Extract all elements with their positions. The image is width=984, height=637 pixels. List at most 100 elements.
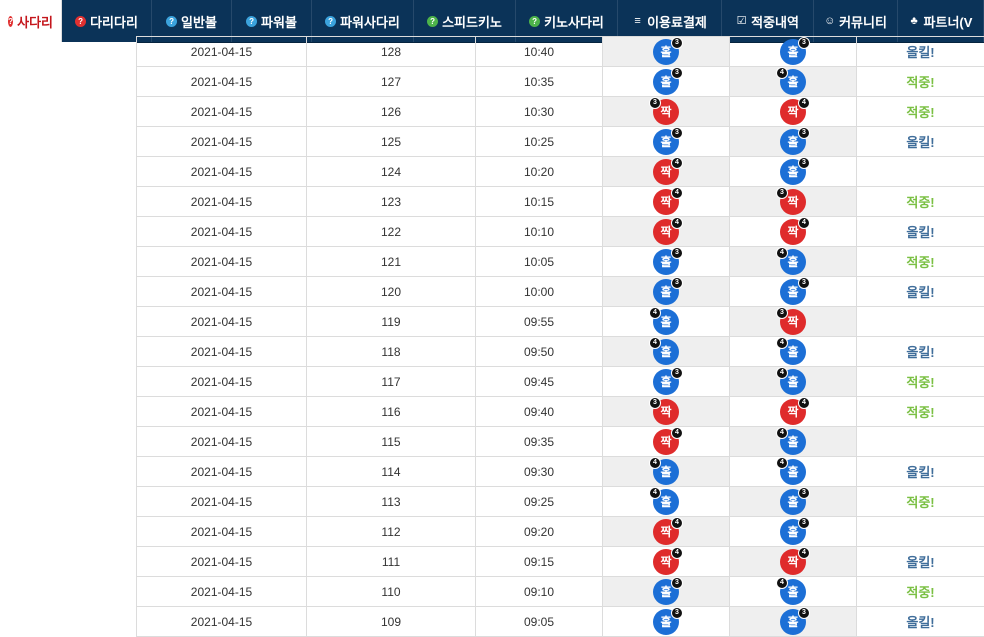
- round-cell: 115: [307, 427, 476, 457]
- ball-number-badge: 4: [671, 157, 683, 169]
- ball-cell-1: 짝4: [603, 157, 730, 187]
- ball-cell-2: 홀3: [730, 157, 857, 187]
- question-circle-icon: ?: [8, 16, 13, 27]
- ball-label: 짝: [787, 405, 798, 419]
- smiley-icon: ☺: [824, 16, 835, 27]
- ball-label: 짝: [660, 165, 671, 179]
- ball-cell-2: 홀3: [730, 607, 857, 637]
- result-label: 적중!: [906, 255, 934, 270]
- result-label: 올킬!: [906, 45, 934, 60]
- ball-number-badge: 4: [798, 547, 810, 559]
- table-row: 2021-04-1512510:25홀3홀3올킬!: [137, 127, 984, 157]
- result-label: 올킬!: [906, 345, 934, 360]
- time-cell: 10:30: [476, 97, 603, 127]
- date-cell: 2021-04-15: [137, 517, 307, 547]
- ball-cell-1: 홀4: [603, 307, 730, 337]
- odd-ball: 홀3: [653, 129, 679, 155]
- table-row: 2021-04-1511409:30홀4홀4올킬!: [137, 457, 984, 487]
- ball-number-badge: 4: [798, 217, 810, 229]
- date-cell: 2021-04-15: [137, 67, 307, 97]
- date-cell: 2021-04-15: [137, 37, 307, 67]
- result-label: 올킬!: [906, 135, 934, 150]
- ball-number-badge: 4: [649, 457, 661, 469]
- ball-cell-1: 짝4: [603, 187, 730, 217]
- result-label: 적중!: [906, 195, 934, 210]
- nav-label: 커뮤니티: [839, 12, 887, 31]
- ball-number-badge: 3: [798, 517, 810, 529]
- ball-label: 홀: [660, 465, 671, 479]
- time-cell: 10:25: [476, 127, 603, 157]
- result-cell: [857, 427, 984, 457]
- even-ball: 짝4: [780, 549, 806, 575]
- ball-number-badge: 4: [776, 457, 788, 469]
- ball-cell-1: 홀3: [603, 367, 730, 397]
- ball-cell-2: 홀4: [730, 457, 857, 487]
- date-cell: 2021-04-15: [137, 577, 307, 607]
- ball-label: 홀: [660, 45, 671, 59]
- ball-number-badge: 4: [671, 217, 683, 229]
- odd-ball: 홀4: [780, 369, 806, 395]
- odd-ball: 홀3: [780, 489, 806, 515]
- even-ball: 짝4: [653, 519, 679, 545]
- ball-label: 홀: [787, 45, 798, 59]
- ball-cell-2: 짝4: [730, 217, 857, 247]
- ball-cell-2: 홀3: [730, 487, 857, 517]
- ball-cell-2: 짝3: [730, 187, 857, 217]
- odd-ball: 홀4: [780, 339, 806, 365]
- result-cell: 올킬!: [857, 37, 984, 67]
- round-cell: 127: [307, 67, 476, 97]
- ball-label: 홀: [787, 255, 798, 269]
- ball-label: 홀: [787, 75, 798, 89]
- ball-cell-1: 홀3: [603, 577, 730, 607]
- result-cell: 적중!: [857, 187, 984, 217]
- odd-ball: 홀3: [780, 609, 806, 635]
- ball-number-badge: 4: [798, 97, 810, 109]
- result-cell: 적중!: [857, 397, 984, 427]
- result-cell: 적중!: [857, 367, 984, 397]
- table-row: 2021-04-1510909:05홀3홀3올킬!: [137, 607, 984, 637]
- ball-cell-2: 홀4: [730, 577, 857, 607]
- ball-cell-2: 홀4: [730, 427, 857, 457]
- ball-cell-1: 짝4: [603, 427, 730, 457]
- ball-label: 짝: [660, 435, 671, 449]
- even-ball: 짝4: [780, 219, 806, 245]
- nav-label: 일반볼: [181, 12, 217, 31]
- round-cell: 110: [307, 577, 476, 607]
- ball-label: 짝: [660, 105, 671, 119]
- results-table: 2021-04-1512810:40홀3홀3올킬!2021-04-1512710…: [136, 36, 984, 637]
- ball-label: 홀: [660, 585, 671, 599]
- result-label: 올킬!: [906, 615, 934, 630]
- ball-cell-1: 홀3: [603, 37, 730, 67]
- result-label: 적중!: [906, 405, 934, 420]
- odd-ball: 홀3: [780, 519, 806, 545]
- result-label: 올킬!: [906, 555, 934, 570]
- checkbox-icon: ☑: [736, 16, 747, 27]
- ball-label: 짝: [787, 315, 798, 329]
- result-cell: 적중!: [857, 247, 984, 277]
- ball-number-badge: 3: [671, 607, 683, 619]
- round-cell: 112: [307, 517, 476, 547]
- odd-ball: 홀3: [653, 609, 679, 635]
- ball-number-badge: 3: [671, 67, 683, 79]
- ball-number-badge: 3: [671, 367, 683, 379]
- time-cell: 09:10: [476, 577, 603, 607]
- time-cell: 10:40: [476, 37, 603, 67]
- odd-ball: 홀3: [653, 69, 679, 95]
- table-row: 2021-04-1512710:35홀3홀4적중!: [137, 67, 984, 97]
- ball-label: 홀: [660, 135, 671, 149]
- time-cell: 10:35: [476, 67, 603, 97]
- result-label: 올킬!: [906, 465, 934, 480]
- odd-ball: 홀4: [653, 489, 679, 515]
- odd-ball: 홀3: [780, 279, 806, 305]
- date-cell: 2021-04-15: [137, 547, 307, 577]
- nav-label: 파워사다리: [340, 12, 400, 31]
- nav-item-0[interactable]: ?사다리: [0, 0, 62, 42]
- ball-number-badge: 3: [649, 97, 661, 109]
- ball-label: 짝: [787, 195, 798, 209]
- ball-cell-1: 홀3: [603, 67, 730, 97]
- ball-label: 짝: [660, 405, 671, 419]
- ball-label: 홀: [787, 615, 798, 629]
- even-ball: 짝4: [653, 189, 679, 215]
- result-cell: 올킬!: [857, 457, 984, 487]
- odd-ball: 홀4: [653, 459, 679, 485]
